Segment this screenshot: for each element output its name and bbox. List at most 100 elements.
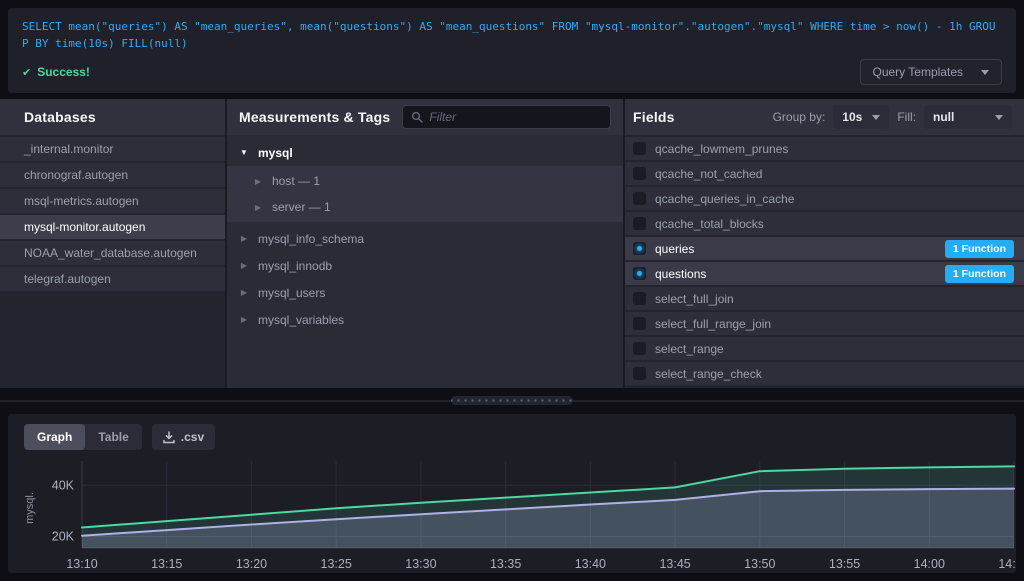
check-icon: ✔	[22, 66, 31, 79]
csv-download-button[interactable]: .csv	[152, 424, 215, 450]
group-by-dropdown[interactable]: 10s	[833, 105, 889, 129]
checkbox-dot-icon	[637, 346, 642, 351]
measurement-item-label: mysql_innodb	[258, 259, 332, 273]
field-item[interactable]: questions 1 Function	[625, 262, 1024, 285]
svg-text:13:50: 13:50	[744, 557, 775, 571]
tab-table[interactable]: Table	[85, 424, 141, 450]
measurement-item-label: mysql_info_schema	[258, 232, 364, 246]
field-checkbox[interactable]	[633, 317, 646, 330]
fill-value: null	[933, 110, 954, 124]
database-item[interactable]: _internal.monitor	[0, 137, 225, 161]
fill-dropdown[interactable]: null	[924, 105, 1012, 129]
fields-list: qcache_lowmem_prunes qcache_not_cached q…	[625, 135, 1024, 387]
field-item-label: select_full_range_join	[655, 317, 771, 331]
field-checkbox[interactable]	[633, 142, 646, 155]
svg-text:20K: 20K	[52, 530, 75, 544]
database-item[interactable]: NOAA_water_database.autogen	[0, 241, 225, 265]
measurement-item[interactable]: ▶ mysql_info_schema	[227, 225, 623, 252]
svg-text:13:45: 13:45	[659, 557, 690, 571]
checkbox-dot-icon	[637, 246, 642, 251]
field-item[interactable]: select_full_range_join	[625, 312, 1024, 335]
measurements-column: Measurements & Tags ▼ mysql ▶ host — 1 ▶…	[227, 99, 625, 388]
group-by-label: Group by:	[773, 110, 826, 124]
database-item[interactable]: telegraf.autogen	[0, 267, 225, 291]
databases-list: _internal.monitor chronograf.autogen msq…	[0, 135, 225, 293]
svg-text:13:20: 13:20	[236, 557, 267, 571]
measurement-group: ▶ mysql_variables	[227, 306, 623, 333]
field-checkbox[interactable]	[633, 167, 646, 180]
field-item[interactable]: select_range	[625, 337, 1024, 360]
measurement-filter	[402, 105, 611, 129]
chevron-icon: ▶	[239, 288, 249, 297]
graph-toolbar: Graph Table .csv	[18, 422, 1006, 458]
measurement-item[interactable]: ▼ mysql	[227, 139, 623, 166]
checkbox-dot-icon	[637, 221, 642, 226]
field-checkbox[interactable]	[633, 217, 646, 230]
field-checkbox[interactable]	[633, 342, 646, 355]
graph-table-tabs: Graph Table	[24, 424, 142, 450]
field-item[interactable]: qcache_queries_in_cache	[625, 187, 1024, 210]
field-item-label: qcache_not_cached	[655, 167, 762, 181]
groupby-fill-controls: Group by: 10s Fill: null	[773, 105, 1012, 129]
database-item[interactable]: msql-metrics.autogen	[0, 189, 225, 213]
chevron-down-icon	[872, 115, 880, 120]
resize-handle-icon[interactable]	[451, 396, 573, 405]
y-axis-label: mysql.	[24, 492, 36, 524]
measurement-item[interactable]: ▶ mysql_innodb	[227, 252, 623, 279]
chevron-right-icon: ▶	[253, 203, 263, 212]
chevron-down-icon	[981, 70, 989, 75]
field-item-label: select_range_check	[655, 367, 762, 381]
measurement-item[interactable]: ▶ mysql_variables	[227, 306, 623, 333]
field-item-label: qcache_total_blocks	[655, 217, 764, 231]
field-item-label: select_full_join	[655, 292, 734, 306]
function-badge[interactable]: 1 Function	[945, 265, 1014, 283]
field-item[interactable]: qcache_total_blocks	[625, 212, 1024, 235]
database-item[interactable]: mysql-monitor.autogen	[0, 215, 225, 239]
measurement-group: ▼ mysql ▶ host — 1 ▶ server — 1	[227, 139, 623, 222]
measurements-title: Measurements & Tags	[239, 109, 390, 125]
database-item[interactable]: chronograf.autogen	[0, 163, 225, 187]
chevron-icon: ▼	[239, 148, 249, 157]
field-checkbox[interactable]	[633, 242, 646, 255]
field-checkbox[interactable]	[633, 367, 646, 380]
field-item[interactable]: select_full_join	[625, 287, 1024, 310]
query-builder: Databases _internal.monitor chronograf.a…	[0, 99, 1024, 388]
group-by-value: 10s	[842, 110, 862, 124]
query-editor-panel: SELECT mean("queries") AS "mean_queries"…	[8, 8, 1016, 93]
field-item-label: qcache_queries_in_cache	[655, 192, 794, 206]
databases-title: Databases	[24, 109, 96, 125]
checkbox-dot-icon	[637, 146, 642, 151]
measurements-header: Measurements & Tags	[227, 99, 623, 135]
measurement-item-label: mysql	[258, 146, 293, 160]
field-checkbox[interactable]	[633, 192, 646, 205]
svg-text:13:40: 13:40	[575, 557, 606, 571]
measurement-filter-input[interactable]	[429, 110, 602, 124]
line-chart: 13:1013:1513:2013:2513:3013:3513:4013:45…	[38, 458, 1016, 573]
database-item-label: mysql-monitor.autogen	[24, 220, 145, 234]
measurement-group: ▶ mysql_users	[227, 279, 623, 306]
field-checkbox[interactable]	[633, 267, 646, 280]
function-badge[interactable]: 1 Function	[945, 240, 1014, 258]
chart-area: mysql. 13:1013:1513:2013:2513:3013:3513:…	[18, 458, 1006, 573]
chevron-right-icon: ▶	[253, 177, 263, 186]
tag-item-label: host — 1	[272, 174, 320, 188]
database-item-label: _internal.monitor	[24, 142, 113, 156]
chevron-icon: ▶	[239, 234, 249, 243]
tag-list: ▶ host — 1 ▶ server — 1	[227, 166, 623, 222]
field-item[interactable]: qcache_lowmem_prunes	[625, 137, 1024, 160]
database-item-label: msql-metrics.autogen	[24, 194, 139, 208]
query-input[interactable]: SELECT mean("queries") AS "mean_queries"…	[22, 18, 1002, 52]
field-item[interactable]: queries 1 Function	[625, 237, 1024, 260]
resize-divider[interactable]	[0, 388, 1024, 414]
tab-graph[interactable]: Graph	[24, 424, 85, 450]
field-item[interactable]: qcache_not_cached	[625, 162, 1024, 185]
measurement-item[interactable]: ▶ mysql_users	[227, 279, 623, 306]
svg-text:40K: 40K	[52, 478, 75, 492]
field-checkbox[interactable]	[633, 292, 646, 305]
query-templates-dropdown[interactable]: Query Templates	[860, 59, 1003, 85]
tag-item[interactable]: ▶ host — 1	[227, 168, 623, 194]
field-item[interactable]: select_range_check	[625, 362, 1024, 385]
checkbox-dot-icon	[637, 321, 642, 326]
field-item-label: queries	[655, 242, 694, 256]
tag-item[interactable]: ▶ server — 1	[227, 194, 623, 220]
